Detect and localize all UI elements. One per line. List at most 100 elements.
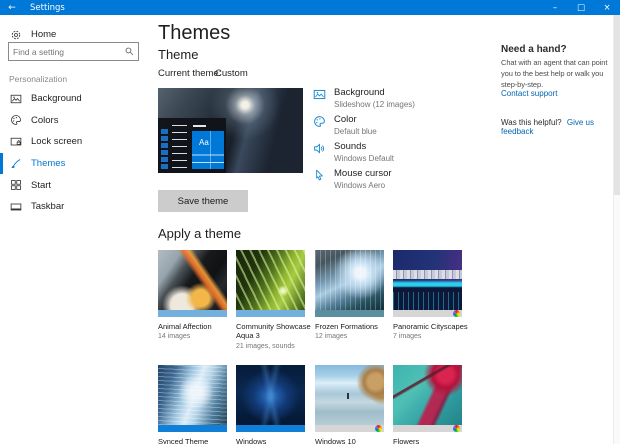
theme-thumbnail xyxy=(393,365,462,425)
start-grid-icon xyxy=(10,179,22,191)
sidebar: Home Personalization Background Colors xyxy=(0,15,148,444)
background-image-icon xyxy=(313,87,326,101)
sidebar-item-label: Lock screen xyxy=(31,136,82,147)
theme-card-windows[interactable]: Windows xyxy=(236,365,305,444)
theme-name: Animal Affection xyxy=(158,322,234,331)
back-arrow-icon[interactable]: ← xyxy=(0,3,24,13)
speaker-icon xyxy=(313,141,326,155)
feedback-prompt: Was this helpful? xyxy=(501,118,562,127)
theme-card-animal-affection[interactable]: Animal Affection 14 images xyxy=(158,250,227,340)
theme-name: Frozen Formations xyxy=(315,322,391,331)
sidebar-item-themes[interactable]: Themes xyxy=(0,153,148,175)
save-theme-button[interactable]: Save theme xyxy=(158,190,248,212)
theme-meta: 14 images xyxy=(158,333,227,340)
background-image-icon xyxy=(10,93,22,105)
color-swatch-icon xyxy=(375,425,382,432)
search-box xyxy=(8,42,139,61)
theme-thumbnail-taskbar xyxy=(158,425,227,432)
theme-meta: 12 images xyxy=(315,333,384,340)
theme-setting-mouse-cursor[interactable]: Mouse cursor Windows Aero xyxy=(313,168,392,190)
sidebar-item-lock-screen[interactable]: Lock screen xyxy=(0,131,148,153)
sidebar-item-label: Start xyxy=(31,180,51,191)
scrollbar-thumb[interactable] xyxy=(614,15,620,195)
contact-support-link[interactable]: Contact support xyxy=(501,89,557,98)
setting-label: Sounds xyxy=(334,141,394,152)
theme-thumbnail xyxy=(315,250,384,310)
color-swatch-icon xyxy=(453,425,460,432)
cursor-arrow-icon xyxy=(313,168,326,182)
theme-thumbnail-taskbar xyxy=(393,425,462,432)
setting-value: Windows Default xyxy=(334,154,394,163)
gear-icon xyxy=(10,29,22,41)
window-title: Settings xyxy=(30,3,65,13)
themes-brush-icon xyxy=(10,158,22,170)
home-label: Home xyxy=(31,29,56,40)
theme-setting-background[interactable]: Background Slideshow (12 images) xyxy=(313,87,415,109)
sidebar-nav: Background Colors Lock screen Themes xyxy=(0,88,148,218)
theme-meta: 7 images xyxy=(393,333,462,340)
theme-name: Windows 10 xyxy=(315,437,391,444)
theme-setting-color[interactable]: Color Default blue xyxy=(313,114,377,136)
theme-name: Panoramic Cityscapes xyxy=(393,322,469,331)
theme-thumbnail xyxy=(236,250,305,310)
theme-card-synced-theme[interactable]: Synced Theme xyxy=(158,365,227,444)
sidebar-item-label: Themes xyxy=(31,158,65,169)
theme-name: Synced Theme xyxy=(158,437,234,444)
theme-card-frozen-formations[interactable]: Frozen Formations 12 images xyxy=(315,250,384,340)
theme-card-community-showcase[interactable]: Community Showcase Aqua 3 21 images, sou… xyxy=(236,250,305,350)
titlebar: ← Settings – □ × xyxy=(0,0,620,15)
theme-name: Windows xyxy=(236,437,312,444)
setting-label: Mouse cursor xyxy=(334,168,392,179)
help-heading: Need a hand? xyxy=(501,44,567,55)
search-icon xyxy=(124,46,138,57)
setting-value: Default blue xyxy=(334,127,377,136)
color-palette-icon xyxy=(10,114,22,126)
sidebar-section-label: Personalization xyxy=(9,74,67,84)
search-input[interactable] xyxy=(9,47,124,57)
theme-setting-sounds[interactable]: Sounds Windows Default xyxy=(313,141,394,163)
theme-thumbnail xyxy=(236,365,305,425)
setting-label: Background xyxy=(334,87,415,98)
theme-thumbnail-taskbar xyxy=(315,425,384,432)
theme-card-flowers[interactable]: Flowers xyxy=(393,365,462,444)
preview-start-wordmark xyxy=(193,125,206,127)
theme-thumbnail xyxy=(158,365,227,425)
theme-thumbnail-taskbar xyxy=(236,310,305,317)
sidebar-item-start[interactable]: Start xyxy=(0,174,148,196)
theme-card-windows-10[interactable]: Windows 10 xyxy=(315,365,384,444)
theme-card-panoramic-cityscapes[interactable]: Panoramic Cityscapes 7 images xyxy=(393,250,462,340)
current-theme-value: Custom xyxy=(215,68,248,79)
sidebar-item-background[interactable]: Background xyxy=(0,88,148,110)
preview-aa-tile: Aa xyxy=(199,138,209,147)
theme-name: Community Showcase Aqua 3 xyxy=(236,322,312,341)
current-theme-label: Current theme: xyxy=(158,68,221,79)
setting-value: Slideshow (12 images) xyxy=(334,100,415,109)
settings-window: ← Settings – □ × Home Personalization xyxy=(0,0,620,444)
theme-thumbnail xyxy=(393,250,462,310)
setting-label: Color xyxy=(334,114,377,125)
sidebar-item-taskbar[interactable]: Taskbar xyxy=(0,196,148,218)
minimize-button[interactable]: – xyxy=(542,0,568,15)
theme-section-heading: Theme xyxy=(158,47,198,62)
help-body-text: Chat with an agent that can point you to… xyxy=(501,58,613,91)
vertical-scrollbar[interactable] xyxy=(613,15,620,444)
color-palette-icon xyxy=(313,114,326,128)
feedback-row: Was this helpful? Give us feedback xyxy=(501,118,620,136)
theme-meta: 21 images, sounds xyxy=(236,343,305,350)
preview-tile-grid: Aa xyxy=(192,131,224,169)
theme-thumbnail-taskbar xyxy=(158,310,227,317)
theme-thumbnail-taskbar xyxy=(315,310,384,317)
theme-name: Flowers xyxy=(393,437,469,444)
sidebar-item-label: Taskbar xyxy=(31,201,64,212)
theme-thumbnail-taskbar xyxy=(393,310,462,317)
lock-screen-icon xyxy=(10,136,22,148)
sidebar-item-colors[interactable]: Colors xyxy=(0,110,148,132)
close-button[interactable]: × xyxy=(594,0,620,15)
preview-tile-column xyxy=(161,129,168,170)
maximize-button[interactable]: □ xyxy=(568,0,594,15)
theme-thumbnail xyxy=(315,365,384,425)
color-swatch-icon xyxy=(453,310,460,317)
theme-thumbnail xyxy=(158,250,227,310)
sidebar-item-label: Background xyxy=(31,93,82,104)
setting-value: Windows Aero xyxy=(334,181,392,190)
